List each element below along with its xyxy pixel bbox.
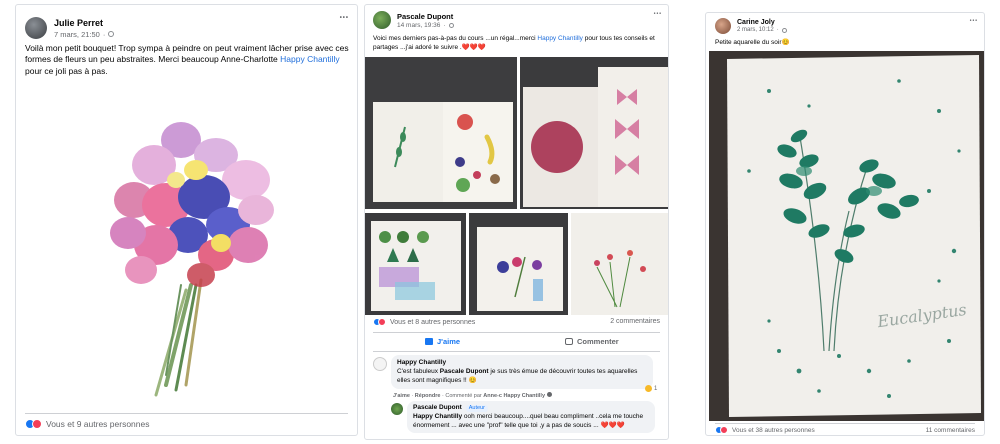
globe-icon	[781, 27, 787, 33]
comment-bubble: Happy Chantilly C'est fabuleux Pascale D…	[391, 355, 653, 390]
more-options-icon[interactable]: •••	[970, 18, 978, 24]
globe-icon	[448, 22, 454, 28]
reactions-summary[interactable]: Vous et 38 autres personnes	[715, 426, 815, 434]
author-name[interactable]: Pascale Dupont	[397, 12, 454, 21]
comment-button[interactable]: Commenter	[565, 337, 619, 346]
reactions-summary[interactable]: Vous et 8 autres personnes	[373, 318, 475, 326]
comments-count[interactable]: 2 commentaires	[610, 318, 660, 325]
post-image-eucalyptus[interactable]: Eucalyptus	[709, 51, 984, 421]
heart-icon	[378, 318, 386, 326]
post-timestamp[interactable]: 2 mars, 10:12	[737, 27, 774, 33]
reaction-icons	[715, 426, 728, 434]
reactions-summary[interactable]: Vous et 9 autres personnes	[25, 419, 150, 429]
comment-reply-link[interactable]: Répondre	[415, 393, 441, 399]
mention-link[interactable]: Happy Chantilly	[537, 35, 583, 42]
like-button[interactable]: J'aime	[425, 337, 460, 346]
comment-text: C'est fabuleux Pascale Dupont je sus trè…	[397, 367, 638, 384]
post-carine-joly: Carine Joly 2 mars, 10:12 · ••• Petite a…	[705, 12, 985, 436]
commenter-avatar[interactable]	[391, 403, 403, 415]
post-timestamp[interactable]: 14 mars, 19:36	[397, 22, 440, 29]
author-badge: Auteur	[465, 404, 488, 413]
post-text: Petite aquarelle du soir😊	[715, 39, 790, 46]
reaction-icons	[373, 318, 386, 326]
check-icon	[546, 392, 552, 397]
heart-icon	[32, 419, 42, 429]
post-timestamp[interactable]: 7 mars, 21:50	[54, 30, 100, 39]
comment-like-link[interactable]: J'aime	[393, 393, 410, 399]
author-avatar[interactable]	[715, 18, 731, 34]
thumbs-up-icon	[425, 338, 433, 345]
reaction-icons	[25, 419, 42, 429]
author-name[interactable]: Carine Joly	[737, 19, 787, 26]
post-header: Pascale Dupont 14 mars, 19:36 ·	[373, 11, 454, 29]
mention-link[interactable]: Pascale Dupont	[440, 368, 489, 375]
author-name[interactable]: Julie Perret	[54, 18, 114, 28]
commenter-avatar[interactable]	[373, 357, 387, 371]
comment-actions: J'aime · Répondre · Commenté par Anne-c …	[393, 392, 552, 399]
comments-count[interactable]: 11 commentaires	[926, 427, 975, 434]
post-header: Carine Joly 2 mars, 10:12 ·	[715, 18, 787, 34]
post-text: Voilà mon petit bouquet! Trop sympa à pe…	[25, 43, 349, 76]
mention-link[interactable]: Happy Chantilly	[413, 413, 462, 420]
more-options-icon[interactable]: •••	[654, 11, 662, 17]
more-options-icon[interactable]: •••	[340, 15, 349, 21]
mention-link[interactable]: Happy Chantilly	[280, 54, 340, 64]
comment-bubble: Pascale Dupont Auteur Happy Chantilly oo…	[407, 401, 655, 434]
comment-reaction[interactable]: 1	[645, 385, 657, 392]
post-text: Voici mes derniers pas-à-pas du cours ..…	[373, 35, 655, 51]
author-avatar[interactable]	[373, 11, 391, 29]
photo-tile-butterflies[interactable]	[520, 57, 669, 209]
comment-bubble-icon	[565, 338, 573, 345]
post-julie-perret: Julie Perret 7 mars, 21:50 · ••• Voilà m…	[15, 4, 358, 436]
photo-tile-trees[interactable]	[365, 213, 466, 315]
commenter-name[interactable]: Happy Chantilly	[397, 359, 647, 368]
photo-tile-wildflowers[interactable]	[571, 213, 669, 315]
photo-tile-bouquet[interactable]	[469, 213, 568, 315]
author-avatar[interactable]	[25, 17, 47, 39]
post-header: Julie Perret 7 mars, 21:50 ·	[25, 17, 115, 39]
heart-icon	[720, 426, 728, 434]
comment-text: Happy Chantilly ooh merci beaucoup....qu…	[413, 412, 644, 429]
photo-grid	[365, 57, 669, 315]
post-pascale-dupont: Pascale Dupont 14 mars, 19:36 · ••• Voic…	[364, 4, 669, 440]
post-image-bouquet[interactable]	[16, 85, 357, 410]
photo-tile-veggies[interactable]	[365, 57, 517, 209]
globe-icon	[108, 31, 115, 37]
smile-icon	[645, 385, 652, 392]
commenter-name[interactable]: Pascale Dupont	[413, 404, 462, 413]
